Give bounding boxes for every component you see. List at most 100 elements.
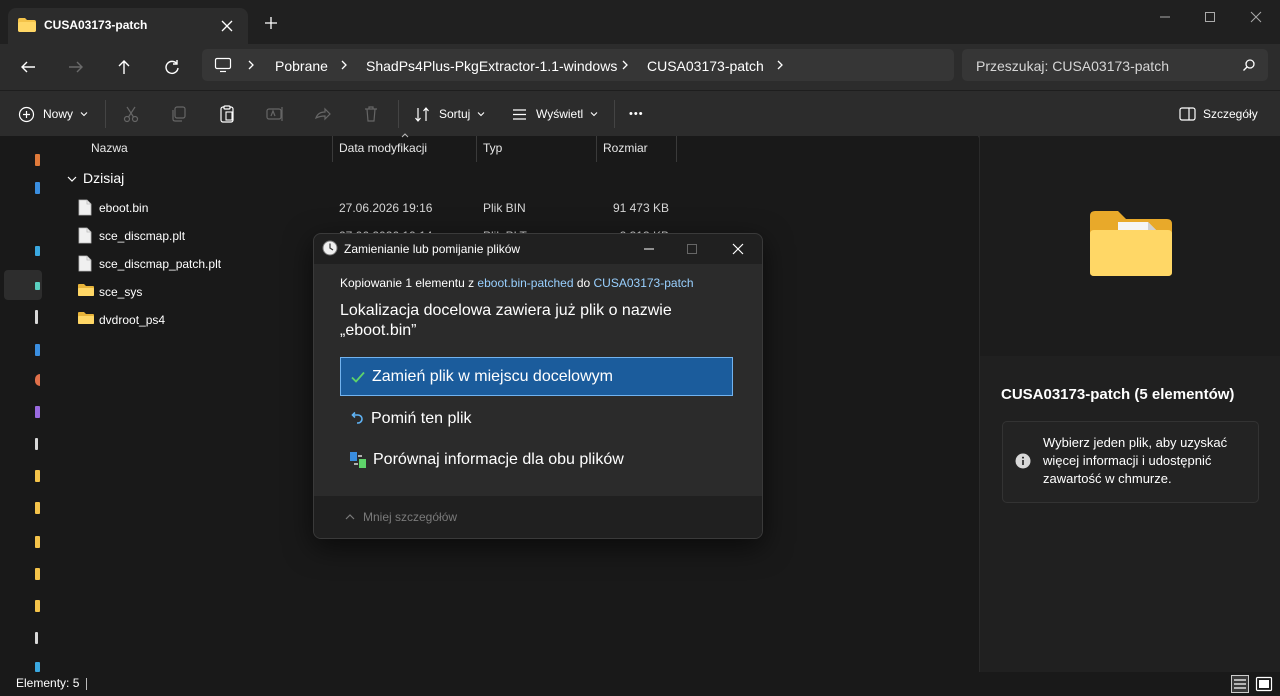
item-count: Elementy: 5 xyxy=(16,676,80,690)
list-item[interactable]: eboot.bin 27.06.2026 19:16 Plik BIN 91 4… xyxy=(78,194,978,222)
up-arrow-icon[interactable] xyxy=(111,54,137,80)
preview-area xyxy=(980,136,1280,356)
new-tab-button[interactable] xyxy=(260,12,282,34)
close-tab-icon[interactable] xyxy=(216,15,238,37)
folder-icon xyxy=(18,18,36,32)
sort-icon xyxy=(415,106,429,122)
navigation-pane[interactable] xyxy=(0,136,42,672)
copy-icon[interactable] xyxy=(168,103,190,125)
copy-description: Kopiowanie 1 elementu z eboot.bin-patche… xyxy=(340,276,694,290)
dialog-title: Zamienianie lub pomijanie plików xyxy=(344,242,521,256)
delete-icon[interactable] xyxy=(360,103,382,125)
file-type: Plik BIN xyxy=(483,201,526,215)
dialog-heading: Lokalizacja docelowa zawiera już plik o … xyxy=(340,302,672,339)
minimize-icon[interactable] xyxy=(639,239,659,259)
info-icon xyxy=(1015,453,1031,469)
new-button[interactable]: Nowy xyxy=(18,103,89,125)
folder-name: dvdroot_ps4 xyxy=(99,313,166,327)
sort-label: Sortuj xyxy=(439,107,471,121)
replace-file-option[interactable]: Zamień plik w miejscu docelowym xyxy=(340,357,733,396)
plus-circle-icon xyxy=(18,106,35,122)
search-icon[interactable] xyxy=(1242,58,1256,72)
details-view-icon[interactable] xyxy=(1231,675,1249,693)
chevron-down-icon xyxy=(477,112,485,117)
column-header-date[interactable]: Data modyfikacji xyxy=(339,141,427,155)
chevron-up-icon xyxy=(345,514,355,520)
compare-icon xyxy=(350,451,366,468)
target-link[interactable]: CUSA03173-patch xyxy=(594,276,694,290)
back-arrow-icon[interactable] xyxy=(15,54,41,80)
breadcrumb-extractor[interactable]: ShadPs4Plus-PkgExtractor-1.1-windows xyxy=(366,58,617,74)
less-details-button[interactable]: Mniej szczegółów xyxy=(344,510,457,524)
close-icon[interactable] xyxy=(728,239,748,259)
file-icon xyxy=(78,227,92,244)
command-bar: Nowy Sortuj Wyświetl ••• Szczegóły xyxy=(0,90,1280,138)
chevron-right-icon xyxy=(246,58,256,72)
title-bar: CUSA03173-patch xyxy=(0,0,1280,44)
group-header-today[interactable]: Dzisiaj xyxy=(83,170,124,186)
less-details-label: Mniej szczegółów xyxy=(363,510,458,524)
details-label: Szczegóły xyxy=(1203,107,1258,121)
info-box: Wybierz jeden plik, aby uzyskać więcej i… xyxy=(1002,421,1259,503)
folder-preview-icon xyxy=(1088,208,1174,278)
file-name: sce_discmap.plt xyxy=(99,229,186,243)
undo-icon xyxy=(351,411,363,424)
view-list-icon xyxy=(513,108,526,120)
file-size: 91 473 KB xyxy=(612,201,669,215)
details-button[interactable]: Szczegóły xyxy=(1179,103,1258,125)
close-window-icon[interactable] xyxy=(1245,6,1267,28)
details-pane-icon xyxy=(1179,107,1196,121)
forward-arrow-icon[interactable] xyxy=(63,54,89,80)
chevron-right-icon xyxy=(339,58,349,72)
maximize-icon xyxy=(682,239,702,259)
view-button[interactable]: Wyświetl xyxy=(511,103,599,125)
chevron-up-icon xyxy=(400,132,410,138)
folder-icon xyxy=(78,311,94,325)
dialog-body: Kopiowanie 1 elementu z eboot.bin-patche… xyxy=(314,264,762,496)
share-icon[interactable] xyxy=(312,103,334,125)
chevron-right-icon xyxy=(620,58,630,72)
refresh-icon[interactable] xyxy=(159,54,185,80)
info-text: Wybierz jeden plik, aby uzyskać więcej i… xyxy=(1043,435,1228,486)
chevron-down-icon[interactable] xyxy=(66,174,78,184)
breadcrumb-current[interactable]: CUSA03173-patch xyxy=(647,58,764,74)
chevron-down-icon xyxy=(80,112,88,117)
file-date: 27.06.2026 19:16 xyxy=(339,201,433,215)
sort-button[interactable]: Sortuj xyxy=(414,103,486,125)
details-pane: CUSA03173-patch (5 elementów) Wybierz je… xyxy=(979,136,1280,672)
skip-file-option[interactable]: Pomiń ten plik xyxy=(340,399,733,438)
computer-icon xyxy=(214,57,232,73)
breadcrumb-pobrane[interactable]: Pobrane xyxy=(275,58,328,74)
tab-title: CUSA03173-patch xyxy=(44,18,148,32)
tiles-view-icon[interactable] xyxy=(1255,675,1273,693)
source-link[interactable]: eboot.bin-patched xyxy=(477,276,573,290)
compare-files-label: Porównaj informacje dla obu plików xyxy=(373,450,624,468)
file-name: eboot.bin xyxy=(99,201,149,215)
column-header-type[interactable]: Typ xyxy=(483,141,502,155)
rename-icon[interactable] xyxy=(264,103,286,125)
replace-skip-dialog: Zamienianie lub pomijanie plików Kopiowa… xyxy=(313,233,763,539)
paste-icon[interactable] xyxy=(216,103,238,125)
compare-files-option[interactable]: Porównaj informacje dla obu plików xyxy=(340,440,733,479)
search-placeholder: Przeszukaj: CUSA03173-patch xyxy=(976,58,1169,74)
skip-file-label: Pomiń ten plik xyxy=(371,409,472,427)
search-input[interactable]: Przeszukaj: CUSA03173-patch xyxy=(962,49,1268,81)
more-options-button[interactable]: ••• xyxy=(629,103,644,125)
file-name: sce_discmap_patch.plt xyxy=(99,257,222,271)
chevron-down-icon xyxy=(590,112,598,117)
chevron-right-icon[interactable] xyxy=(775,58,785,72)
file-icon xyxy=(78,255,92,272)
tab-active[interactable]: CUSA03173-patch xyxy=(8,8,248,44)
status-bar: Elementy: 5 xyxy=(0,672,1280,696)
file-icon xyxy=(78,199,92,216)
dialog-footer: Mniej szczegółów xyxy=(314,496,762,538)
column-header-name[interactable]: Nazwa xyxy=(91,141,128,155)
replace-file-label: Zamień plik w miejscu docelowym xyxy=(372,367,613,385)
column-header-size[interactable]: Rozmiar xyxy=(603,141,648,155)
maximize-icon[interactable] xyxy=(1199,6,1221,28)
address-bar[interactable]: Pobrane ShadPs4Plus-PkgExtractor-1.1-win… xyxy=(202,49,954,81)
cut-icon[interactable] xyxy=(120,103,142,125)
minimize-icon[interactable] xyxy=(1154,6,1176,28)
clock-icon xyxy=(322,240,338,256)
checkmark-icon xyxy=(351,371,365,383)
